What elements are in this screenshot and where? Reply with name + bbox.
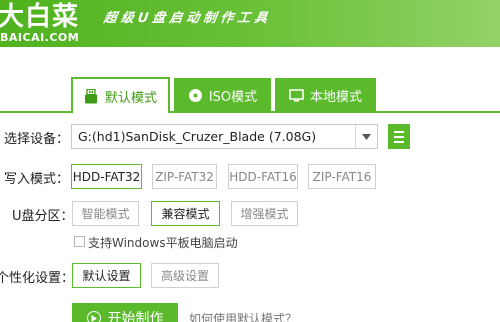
logo-domain: BAICAI.COM [0, 31, 80, 44]
active-tab-gap [73, 111, 168, 113]
tab-default-label: 默认模式 [104, 90, 157, 106]
partition-label: U盘分区： [12, 209, 74, 224]
write-mode-zip-fat32[interactable]: ZIP-FAT32 [152, 164, 217, 189]
write-mode-hdd-fat32[interactable]: HDD-FAT32 [71, 164, 142, 189]
start-button[interactable]: 开始制作 [72, 303, 178, 322]
tablet-boot-label: 支持Windows平板电脑启动 [88, 236, 238, 250]
personalize-advanced[interactable]: 高级设置 [151, 263, 219, 288]
logo-text: 大白菜 [0, 2, 80, 32]
tab-iso-label: ISO模式 [208, 89, 258, 105]
partition-enhanced[interactable]: 增强模式 [231, 201, 298, 226]
app-header: 大白菜 BAICAI.COM 超级U盘启动制作工具 [0, 0, 500, 47]
tab-local-mode[interactable]: 本地模式 [275, 78, 376, 112]
help-link[interactable]: 如何使用默认模式？ [189, 310, 297, 322]
personalize-default[interactable]: 默认设置 [72, 263, 141, 288]
monitor-icon [289, 88, 304, 103]
partition-smart[interactable]: 智能模式 [72, 201, 139, 226]
write-mode-label: 写入模式： [4, 172, 70, 187]
device-value: G:(hd1)SanDisk_Cruzer_Blade (7.08G) [78, 129, 317, 144]
device-select[interactable]: G:(hd1)SanDisk_Cruzer_Blade (7.08G) [71, 124, 378, 149]
disc-icon [188, 88, 203, 103]
tablet-boot-checkbox[interactable] [74, 236, 85, 247]
device-label: 选择设备： [4, 132, 70, 147]
write-mode-zip-fat16[interactable]: ZIP-FAT16 [308, 164, 376, 189]
play-icon [86, 311, 101, 322]
tab-default-mode[interactable]: 默认模式 [71, 77, 170, 113]
write-mode-hdd-fat16[interactable]: HDD-FAT16 [228, 164, 298, 189]
partition-compat[interactable]: 兼容模式 [151, 201, 220, 226]
start-label: 开始制作 [107, 311, 164, 322]
chevron-down-icon[interactable] [355, 125, 377, 148]
usb-icon [84, 88, 99, 104]
device-menu-button[interactable] [388, 124, 410, 149]
personalize-label: 个性化设置： [0, 271, 75, 286]
tab-local-label: 本地模式 [309, 89, 362, 105]
header-slogan: 超级U盘启动制作工具 [102, 11, 273, 26]
tab-iso-mode[interactable]: ISO模式 [174, 78, 271, 112]
